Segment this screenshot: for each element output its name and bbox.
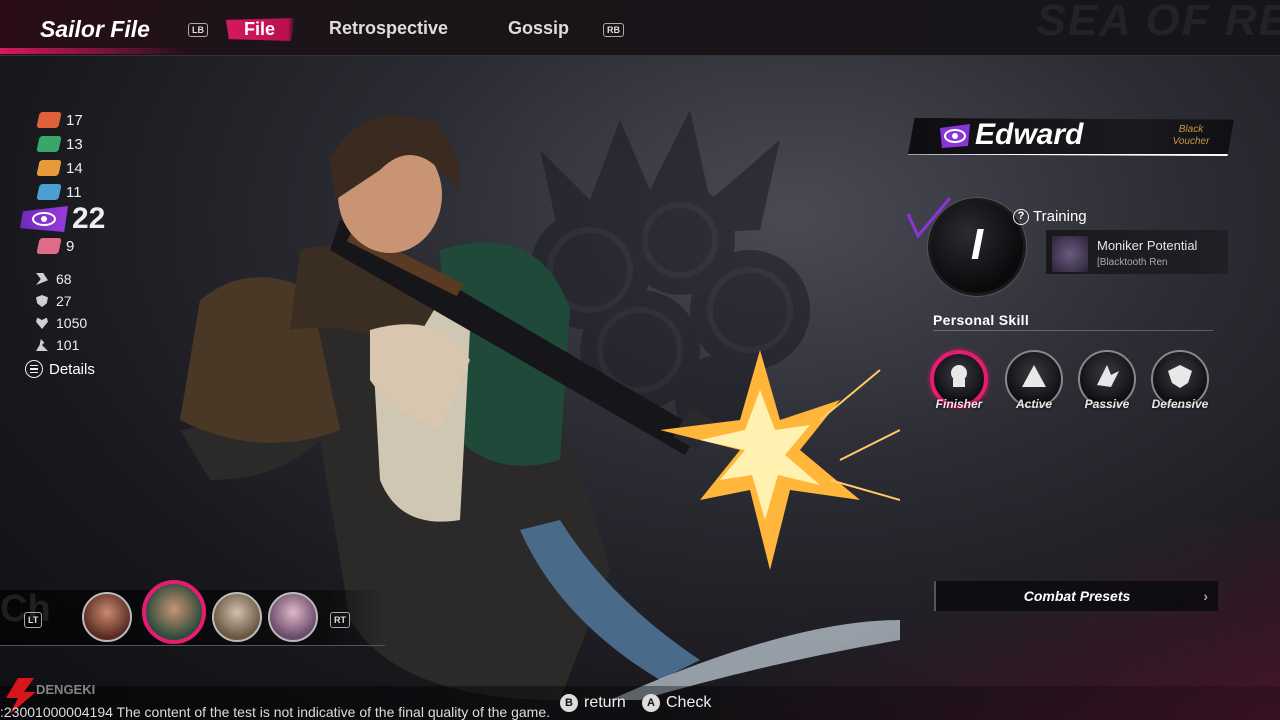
resource-item: 11 — [36, 180, 105, 204]
skill-label: Defensive — [1151, 397, 1209, 411]
return-control[interactable]: B return — [560, 694, 626, 712]
combat-presets-button[interactable]: Combat Presets › — [934, 581, 1218, 611]
crew-portrait[interactable] — [212, 592, 262, 642]
resource-value: 11 — [66, 183, 82, 201]
return-label: return — [584, 694, 626, 711]
rank-numeral: I — [970, 220, 984, 269]
test-build-notice: :23001000004194 The content of the test … — [0, 704, 551, 720]
b-button-icon: B — [560, 694, 578, 712]
combat-presets-label: Combat Presets — [1023, 588, 1131, 604]
character-name: Edward — [975, 118, 1084, 151]
help-icon: ? — [1013, 208, 1029, 225]
resource-item-highlight: 22 — [20, 202, 106, 235]
attribute-item: 1050 — [36, 312, 87, 334]
orange-ticket-icon — [36, 160, 62, 176]
resource-list: 17 13 14 11 22 9 — [20, 108, 105, 258]
moniker-title: Moniker Potential — [1097, 238, 1198, 253]
screen-title: Sailor File — [40, 16, 150, 42]
training-label: Training — [1033, 208, 1087, 225]
menu-list-icon — [25, 360, 43, 378]
moniker-thumbnail — [1052, 236, 1088, 272]
resource-item: 14 — [36, 156, 105, 180]
passive-skill-icon — [1097, 364, 1119, 387]
tab-retrospective[interactable]: Retrospective — [329, 18, 448, 39]
attribute-item: 68 — [36, 268, 87, 290]
personal-skill-heading: Personal Skill — [933, 312, 1030, 328]
active-skill-icon — [1022, 364, 1046, 387]
chevron-right-icon: › — [1203, 588, 1208, 604]
attribute-item: 27 — [36, 290, 87, 312]
eye-emblem-icon — [940, 124, 970, 148]
skill-label: Passive — [1084, 397, 1130, 411]
game-logo-watermark: SEA OF RE — [1036, 0, 1280, 45]
top-navigation-bar: Sailor File LB File Retrospective Gossip… — [0, 0, 1280, 56]
a-button-icon: A — [642, 694, 660, 712]
moniker-subtitle: [Blacktooth Ren — [1097, 257, 1168, 268]
attribute-value: 27 — [56, 293, 72, 309]
claw-icon — [36, 273, 48, 285]
section-divider — [933, 330, 1213, 331]
attribute-item: 101 — [36, 334, 87, 356]
resource-value: 17 — [66, 111, 83, 129]
skill-label: Active — [1015, 397, 1053, 411]
voucher-badge: Black Voucher — [1172, 124, 1210, 147]
training-info[interactable]: ? Training — [1013, 208, 1087, 225]
pink-lips-icon — [36, 238, 62, 254]
rt-trigger-hint[interactable]: RT — [330, 612, 350, 628]
eye-emblem-icon — [20, 206, 68, 232]
finisher-skill-icon — [951, 365, 967, 387]
attribute-value: 101 — [56, 337, 80, 353]
resource-item: 13 — [36, 132, 105, 156]
shield-icon — [36, 295, 48, 307]
skill-label: Finisher — [935, 397, 983, 411]
speed-icon — [36, 339, 48, 351]
attribute-value: 68 — [56, 271, 72, 287]
heart-icon — [36, 317, 48, 329]
resource-value: 9 — [66, 237, 75, 255]
crew-portrait[interactable] — [82, 592, 132, 642]
details-label: Details — [49, 360, 95, 378]
attribute-value: 1050 — [56, 315, 88, 331]
defensive-skill-icon — [1168, 364, 1192, 388]
crew-portrait-selected[interactable] — [142, 580, 206, 644]
resource-value: 22 — [72, 202, 106, 235]
tab-file[interactable]: File — [226, 18, 296, 41]
logo-text: DENGEKI — [36, 682, 96, 697]
resource-value: 14 — [66, 159, 83, 177]
tab-gossip[interactable]: Gossip — [508, 18, 569, 39]
attribute-list: 68 27 1050 101 — [36, 268, 87, 356]
check-label: Check — [666, 694, 712, 711]
green-ticket-icon — [36, 136, 62, 152]
resource-value: 13 — [66, 135, 83, 153]
red-ticket-icon — [36, 112, 62, 128]
lt-trigger-hint[interactable]: LT — [24, 612, 43, 628]
resource-item: 17 — [36, 108, 105, 132]
rb-bumper-hint[interactable]: RB — [603, 23, 624, 37]
blue-ticket-icon — [36, 184, 62, 200]
details-button[interactable]: Details — [25, 360, 95, 378]
check-control[interactable]: A Check — [642, 694, 711, 712]
title-accent-stripe — [0, 48, 190, 54]
crew-portrait[interactable] — [268, 592, 318, 642]
lb-bumper-hint[interactable]: LB — [188, 23, 208, 37]
resource-item: 9 — [36, 234, 105, 258]
